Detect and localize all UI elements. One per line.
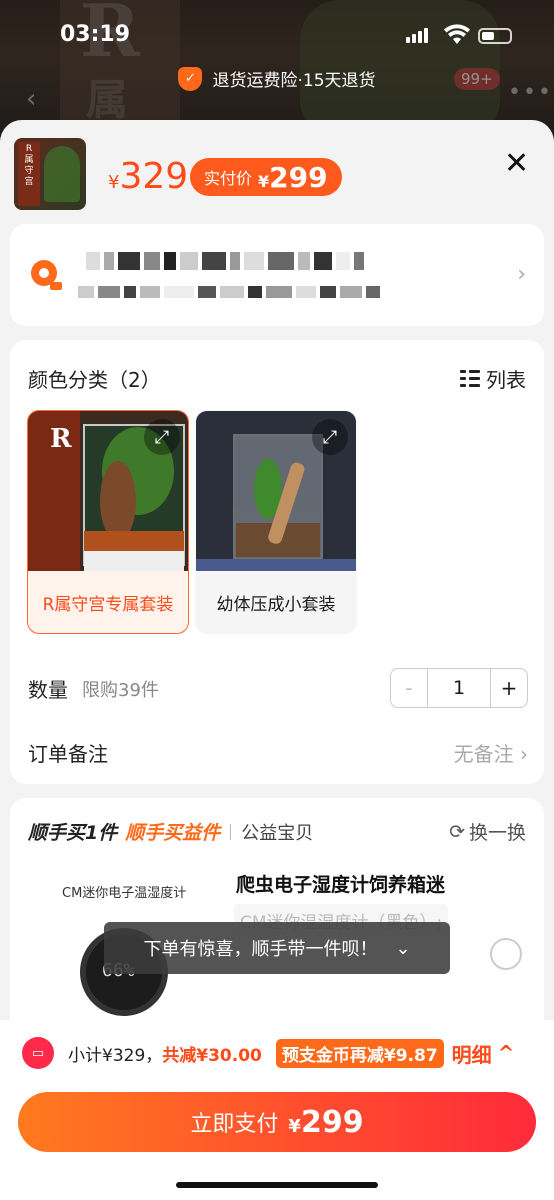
- expand-icon[interactable]: ⤢: [144, 419, 180, 455]
- decrease-button[interactable]: -: [391, 669, 427, 707]
- insurance-banner: ✓ 退货运费险·15天退货: [0, 66, 554, 91]
- coin-discount-badge: 预支金币再减¥9.87: [275, 1038, 444, 1068]
- addon-product-name[interactable]: 爬虫电子湿度计饲养箱迷: [236, 870, 445, 897]
- address-card[interactable]: ›: [10, 224, 544, 326]
- address-detail-blurred: [78, 286, 380, 298]
- location-icon: [31, 260, 62, 290]
- quantity-value[interactable]: 1: [427, 669, 491, 707]
- list-view-label: 列表: [486, 368, 526, 392]
- insurance-text: 退货运费险·15天退货: [212, 71, 376, 91]
- close-icon[interactable]: ✕: [504, 146, 529, 181]
- battery-icon: [478, 28, 512, 44]
- status-bar: 03:19: [0, 0, 554, 60]
- home-indicator: [176, 1182, 378, 1188]
- chevron-right-icon: ›: [520, 742, 528, 766]
- thumbnail-red-label: R属守宫: [18, 142, 40, 206]
- toast-message[interactable]: 下单有惊喜，顺手带一件呗！ ⌄: [104, 922, 450, 974]
- quantity-stepper: - 1 +: [390, 668, 528, 708]
- color-category-title: 颜色分类（2）: [28, 368, 161, 392]
- svg-text:R: R: [50, 424, 72, 454]
- sku-options-card: 颜色分类（2） 列表 R ⤢ R属守宫专属套装 ⤢ 幼体压成小套装 数量 限购3…: [10, 340, 544, 784]
- address-name-blurred: [86, 252, 364, 270]
- addon-select-radio[interactable]: [490, 938, 522, 970]
- status-time: 03:19: [60, 22, 131, 47]
- coupon-icon: ▭: [22, 1037, 54, 1069]
- addon-title: 顺手买1件 顺手买益件 公益宝贝: [28, 822, 314, 844]
- swap-button[interactable]: ⟳ 换一换: [449, 818, 526, 845]
- checkout-footer: ▭ 小计¥329， 共减¥30.00 预支金币再减¥9.87 明细 ^ 立即支付…: [0, 1020, 554, 1200]
- refresh-icon: ⟳: [449, 820, 465, 843]
- quantity-row: 数量 限购39件 - 1 +: [28, 668, 528, 708]
- increase-button[interactable]: +: [491, 669, 527, 707]
- order-note-row[interactable]: 订单备注 无备注 ›: [28, 738, 528, 768]
- expand-icon[interactable]: ⤢: [312, 419, 348, 455]
- original-price: ¥329: [108, 156, 189, 197]
- pay-now-button[interactable]: 立即支付 ¥299: [18, 1092, 536, 1152]
- discount-text: 共减¥30.00: [162, 1045, 262, 1066]
- addon-product-image-caption: CM迷你电子温湿度计: [62, 886, 187, 901]
- subtotal-row: ▭ 小计¥329， 共减¥30.00 预支金币再减¥9.87 明细 ^: [22, 1037, 542, 1069]
- chevron-up-icon: ^: [497, 1041, 515, 1065]
- subtotal-text: 小计¥329，: [68, 1045, 163, 1066]
- detail-toggle[interactable]: 明细 ^: [452, 1039, 515, 1068]
- order-note-value: 无备注 ›: [453, 742, 528, 766]
- chevron-right-icon: ›: [517, 262, 526, 287]
- sheet-header: R属守宫 ¥329 实付价 ¥299 ✕: [0, 120, 554, 220]
- sku-label-juvenile-kit: 幼体压成小套装: [216, 594, 336, 615]
- chevron-down-icon: ⌄: [395, 937, 411, 959]
- list-view-button[interactable]: 列表: [460, 364, 526, 393]
- shield-check-icon: ✓: [178, 66, 203, 91]
- quantity-label: 数量: [28, 678, 68, 702]
- sku-bottom-sheet: R属守宫 ¥329 实付价 ¥299 ✕ › 颜色分类（2） 列表 R ⤢ R属…: [0, 120, 554, 1200]
- sku-label-r-kit: R属守宫专属套装: [42, 594, 174, 615]
- list-icon: [460, 369, 480, 389]
- order-note-label: 订单备注: [28, 742, 108, 766]
- quantity-limit: 限购39件: [82, 680, 159, 701]
- sku-option-juvenile-kit[interactable]: ⤢ 幼体压成小套装: [195, 410, 357, 634]
- product-thumbnail[interactable]: R属守宫: [14, 138, 86, 210]
- paid-price-badge: 实付价 ¥299: [190, 158, 342, 196]
- sku-option-r-kit[interactable]: R ⤢ R属守宫专属套装: [27, 410, 189, 634]
- signal-icon: [406, 28, 428, 43]
- wifi-icon: [444, 24, 470, 44]
- thumbnail-plant: [44, 146, 80, 202]
